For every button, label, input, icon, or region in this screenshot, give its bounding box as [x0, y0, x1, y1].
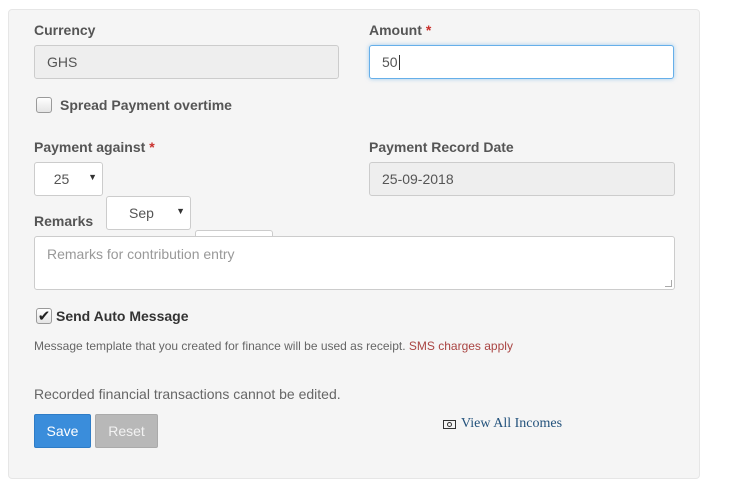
payment-record-date-label: Payment Record Date — [369, 139, 514, 155]
chevron-down-icon: ▼ — [176, 206, 185, 216]
auto-message-help-text: Message template that you created for fi… — [34, 339, 406, 353]
auto-message-help: Message template that you created for fi… — [34, 339, 513, 353]
month-select[interactable]: Sep ▼ — [106, 196, 191, 230]
text-caret — [398, 54, 400, 70]
spread-payment-checkbox[interactable] — [36, 97, 52, 113]
send-auto-message-checkbox[interactable]: ✔ — [36, 308, 52, 324]
required-mark: * — [425, 22, 432, 38]
payment-against-label: Payment against * — [34, 139, 155, 155]
required-mark: * — [149, 139, 155, 155]
currency-field: GHS — [34, 45, 339, 79]
view-all-incomes-label: View All Incomes — [461, 416, 563, 431]
payment-record-date-field: 25-09-2018 — [369, 162, 675, 196]
checkmark-icon: ✔ — [37, 307, 51, 325]
save-button[interactable]: Save — [34, 414, 91, 448]
currency-value: GHS — [47, 54, 78, 70]
day-value: 25 — [53, 171, 70, 187]
chevron-down-icon: ▼ — [88, 172, 97, 182]
money-icon — [443, 419, 456, 429]
payment-record-date-value: 25-09-2018 — [382, 171, 454, 187]
day-select[interactable]: 25 ▼ — [34, 162, 103, 196]
amount-value: 50 — [382, 54, 398, 70]
remarks-placeholder: Remarks for contribution entry — [47, 246, 235, 262]
send-auto-message-label: Send Auto Message — [56, 308, 189, 324]
sms-charges-link[interactable]: SMS charges apply — [409, 339, 513, 353]
reset-button[interactable]: Reset — [95, 414, 158, 448]
amount-label: Amount * — [369, 22, 432, 38]
remarks-textarea[interactable]: Remarks for contribution entry — [34, 236, 675, 290]
resize-handle[interactable] — [665, 280, 672, 287]
currency-label: Currency — [34, 22, 96, 38]
month-value: Sep — [129, 205, 154, 221]
amount-input[interactable]: 50 — [369, 45, 674, 79]
remarks-label: Remarks — [34, 213, 94, 229]
view-all-incomes-link[interactable]: View All Incomes — [443, 416, 562, 432]
not-editable-notice: Recorded financial transactions cannot b… — [34, 386, 341, 402]
spread-payment-label: Spread Payment overtime — [60, 97, 232, 113]
